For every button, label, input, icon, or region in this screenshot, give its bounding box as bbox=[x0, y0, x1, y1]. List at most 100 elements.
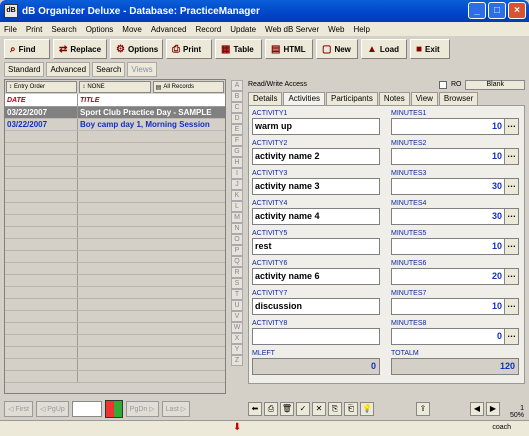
tab-views[interactable]: Views bbox=[127, 62, 157, 77]
minimize-button[interactable]: _ bbox=[468, 2, 486, 19]
alphabet-letter[interactable]: L bbox=[231, 201, 243, 212]
alphabet-letter[interactable]: D bbox=[231, 113, 243, 124]
find-button[interactable]: ⌕ Find bbox=[4, 39, 50, 59]
tab-browser[interactable]: Browser bbox=[438, 92, 479, 105]
minutes-field[interactable]: 10… bbox=[391, 238, 519, 255]
minutes-field[interactable]: 20… bbox=[391, 268, 519, 285]
alphabet-letter[interactable]: K bbox=[231, 190, 243, 201]
activity-field[interactable]: activity name 6 bbox=[252, 268, 380, 285]
table-row[interactable]: 03/22/2007 Boy camp day 1, Morning Sessi… bbox=[5, 119, 225, 131]
column-title[interactable]: TITLE bbox=[78, 94, 99, 106]
tab-notes[interactable]: Notes bbox=[378, 92, 410, 105]
alphabet-letter[interactable]: Q bbox=[231, 256, 243, 267]
menu-update[interactable]: Update bbox=[230, 25, 256, 34]
entry-order-button[interactable]: ↕ Entry Order bbox=[6, 81, 78, 93]
menu-web[interactable]: Web bbox=[328, 25, 344, 34]
menu-options[interactable]: Options bbox=[86, 25, 114, 34]
minutes-field[interactable]: 30… bbox=[391, 208, 519, 225]
alphabet-letter[interactable]: P bbox=[231, 245, 243, 256]
all-records-button[interactable]: ▤ All Records bbox=[152, 81, 224, 93]
menu-search[interactable]: Search bbox=[51, 25, 76, 34]
column-date[interactable]: DATE bbox=[5, 94, 78, 106]
tab-search[interactable]: Search bbox=[92, 62, 126, 77]
pgdn-button[interactable]: PgDn ▷ bbox=[125, 401, 159, 417]
alphabet-letter[interactable]: J bbox=[231, 179, 243, 190]
ellipsis-button[interactable]: … bbox=[504, 149, 518, 164]
tab-view[interactable]: View bbox=[410, 92, 438, 105]
alphabet-letter[interactable]: H bbox=[231, 157, 243, 168]
alphabet-letter[interactable]: C bbox=[231, 102, 243, 113]
ellipsis-button[interactable]: … bbox=[504, 239, 518, 254]
pgup-button[interactable]: ◁ PgUp bbox=[35, 401, 69, 417]
prev-record-icon[interactable]: ◀ bbox=[470, 402, 484, 416]
tab-standard[interactable]: Standard bbox=[4, 62, 45, 77]
alphabet-letter[interactable]: N bbox=[231, 223, 243, 234]
tab-details[interactable]: Details bbox=[248, 92, 283, 105]
activity-field[interactable] bbox=[252, 328, 380, 345]
html-button[interactable]: ▤ HTML bbox=[265, 39, 313, 59]
minutes-field[interactable]: 10… bbox=[391, 148, 519, 165]
new-button[interactable]: ▢ New bbox=[316, 39, 358, 59]
alphabet-letter[interactable]: B bbox=[231, 91, 243, 102]
ellipsis-button[interactable]: … bbox=[504, 119, 518, 134]
copy-icon[interactable]: ⎘ bbox=[328, 402, 342, 416]
alphabet-letter[interactable]: Z bbox=[231, 355, 243, 366]
table-button[interactable]: ▦ Table bbox=[215, 39, 262, 59]
color-grid-icon[interactable] bbox=[104, 400, 123, 418]
ellipsis-button[interactable]: … bbox=[504, 209, 518, 224]
activity-field[interactable]: rest bbox=[252, 238, 380, 255]
blank-button[interactable]: Blank bbox=[465, 79, 525, 90]
alphabet-letter[interactable]: G bbox=[231, 146, 243, 157]
alphabet-letter[interactable]: W bbox=[231, 322, 243, 333]
minutes-field[interactable]: 10… bbox=[391, 298, 519, 315]
menu-print[interactable]: Print bbox=[26, 25, 42, 34]
ellipsis-button[interactable]: … bbox=[504, 299, 518, 314]
alphabet-letter[interactable]: M bbox=[231, 212, 243, 223]
minutes-field[interactable]: 10… bbox=[391, 118, 519, 135]
ro-checkbox[interactable] bbox=[438, 80, 447, 89]
menu-file[interactable]: File bbox=[4, 25, 17, 34]
tab-activities[interactable]: Activities bbox=[283, 92, 326, 105]
alphabet-letter[interactable]: F bbox=[231, 135, 243, 146]
alphabet-letter[interactable]: T bbox=[231, 289, 243, 300]
none-button[interactable]: ↕ NONE bbox=[79, 81, 151, 93]
tab-participants[interactable]: Participants bbox=[326, 92, 378, 105]
ellipsis-button[interactable]: … bbox=[504, 179, 518, 194]
minutes-field[interactable]: 30… bbox=[391, 178, 519, 195]
activity-field[interactable]: activity name 3 bbox=[252, 178, 380, 195]
alphabet-letter[interactable]: I bbox=[231, 168, 243, 179]
menu-web-db-server[interactable]: Web dB Server bbox=[265, 25, 319, 34]
delete-icon[interactable]: 🗑 bbox=[280, 402, 294, 416]
activity-field[interactable]: activity name 4 bbox=[252, 208, 380, 225]
alphabet-letter[interactable]: S bbox=[231, 278, 243, 289]
activity-field[interactable]: activity name 2 bbox=[252, 148, 380, 165]
spell-icon[interactable]: ✓ bbox=[296, 402, 310, 416]
exit-button[interactable]: ■ Exit bbox=[410, 39, 450, 59]
table-row[interactable]: 03/22/2007 Sport Club Practice Day - SAM… bbox=[5, 107, 225, 119]
alphabet-letter[interactable]: Y bbox=[231, 344, 243, 355]
minutes-field[interactable]: 0… bbox=[391, 328, 519, 345]
menu-help[interactable]: Help bbox=[353, 25, 369, 34]
first-button[interactable]: ◁ First bbox=[4, 401, 33, 417]
paste-icon[interactable]: ⎗ bbox=[344, 402, 358, 416]
alphabet-letter[interactable]: A bbox=[231, 80, 243, 91]
activity-field[interactable]: discussion bbox=[252, 298, 380, 315]
lightbulb-icon[interactable]: 💡 bbox=[360, 402, 374, 416]
last-button[interactable]: Last ▷ bbox=[161, 401, 191, 417]
print-button[interactable]: ⎙ Print bbox=[166, 39, 212, 59]
back-arrow-icon[interactable]: ⬅ bbox=[248, 402, 262, 416]
load-button[interactable]: ▲ Load bbox=[361, 39, 407, 59]
menu-advanced[interactable]: Advanced bbox=[151, 25, 187, 34]
alphabet-letter[interactable]: V bbox=[231, 311, 243, 322]
options-button[interactable]: ⚙ Options bbox=[110, 39, 163, 59]
alphabet-letter[interactable]: O bbox=[231, 234, 243, 245]
activity-field[interactable]: warm up bbox=[252, 118, 380, 135]
alphabet-letter[interactable]: U bbox=[231, 300, 243, 311]
alphabet-letter[interactable]: R bbox=[231, 267, 243, 278]
ellipsis-button[interactable]: … bbox=[504, 269, 518, 284]
replace-button[interactable]: ⇄ Replace bbox=[53, 39, 107, 59]
close-button[interactable]: × bbox=[508, 2, 526, 19]
tab-advanced[interactable]: Advanced bbox=[46, 62, 91, 77]
alphabet-letter[interactable]: X bbox=[231, 333, 243, 344]
ellipsis-button[interactable]: … bbox=[504, 329, 518, 344]
